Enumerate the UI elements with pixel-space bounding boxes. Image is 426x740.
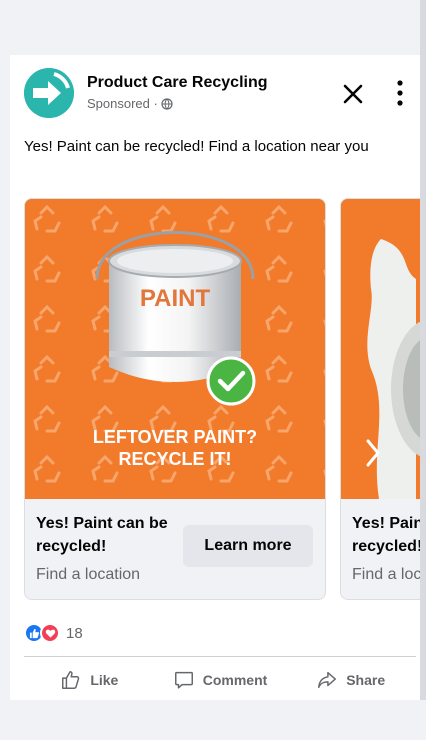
post-body-text: Yes! Paint can be recycled! Find a locat… — [24, 138, 369, 155]
scrollbar-track — [420, 0, 426, 740]
can-label-text: PAINT — [140, 285, 211, 312]
carousel-card[interactable]: Yes! Paint can be recycled! Find a locat… — [340, 198, 420, 600]
card-footer: Yes! Paint can be recycled! Find a locat… — [341, 499, 420, 599]
carousel-card[interactable]: PAINT LEFTOVER PAINT? RECYCLE IT! Yes! P… — [24, 198, 326, 600]
love-reaction-icon — [40, 623, 60, 643]
action-divider — [24, 656, 416, 657]
page-name-link[interactable]: Product Care Recycling — [87, 74, 268, 92]
chevron-right-icon — [366, 439, 380, 467]
sponsored-label[interactable]: Sponsored · — [87, 96, 173, 111]
image-caption-line2: RECYCLE IT! — [118, 449, 231, 469]
more-options-button[interactable] — [392, 77, 408, 109]
card-subtitle: Find a location — [352, 566, 420, 583]
reaction-summary[interactable]: 18 — [24, 622, 83, 644]
page-avatar[interactable] — [24, 68, 74, 118]
feed-background-bottom — [0, 700, 426, 740]
card-footer: Yes! Paint can be recycled! Find a locat… — [25, 499, 325, 599]
image-caption-line1: LEFTOVER PAINT? — [93, 427, 257, 447]
brand-logo-icon — [24, 68, 74, 118]
more-icon — [397, 80, 403, 106]
share-button[interactable]: Share — [285, 660, 416, 700]
comment-icon — [174, 671, 193, 689]
sponsored-post: Product Care Recycling Sponsored · Yes! … — [10, 55, 420, 700]
like-button[interactable]: Like — [24, 660, 155, 700]
learn-more-button[interactable]: Learn more — [183, 525, 313, 567]
post-header: Product Care Recycling Sponsored · — [10, 67, 420, 118]
card-image[interactable]: PAINT LEFTOVER PAINT? RECYCLE IT! — [25, 199, 325, 499]
check-icon — [206, 356, 256, 406]
sponsored-text: Sponsored · — [87, 96, 158, 111]
reaction-count: 18 — [66, 624, 83, 642]
card-headline: Yes! Paint can be recycled! — [352, 515, 420, 555]
globe-icon — [161, 97, 173, 110]
paint-can-illustration: PAINT LEFTOVER PAINT? RECYCLE IT! — [25, 199, 325, 499]
share-icon — [318, 671, 337, 689]
comment-label: Comment — [202, 672, 268, 688]
carousel-next-button[interactable] — [360, 433, 386, 473]
close-icon — [343, 84, 363, 104]
comment-button[interactable]: Comment — [155, 660, 286, 700]
share-label: Share — [346, 672, 386, 688]
ad-carousel[interactable]: PAINT LEFTOVER PAINT? RECYCLE IT! Yes! P… — [24, 198, 420, 602]
post-actions: Like Comment Share — [24, 660, 416, 700]
card-subtitle: Find a location — [36, 566, 141, 583]
hide-post-button[interactable] — [340, 81, 366, 107]
card-headline: Yes! Paint can be recycled! — [36, 515, 168, 555]
like-label: Like — [90, 672, 119, 688]
feed-background-top — [0, 0, 426, 55]
like-icon — [62, 671, 80, 689]
